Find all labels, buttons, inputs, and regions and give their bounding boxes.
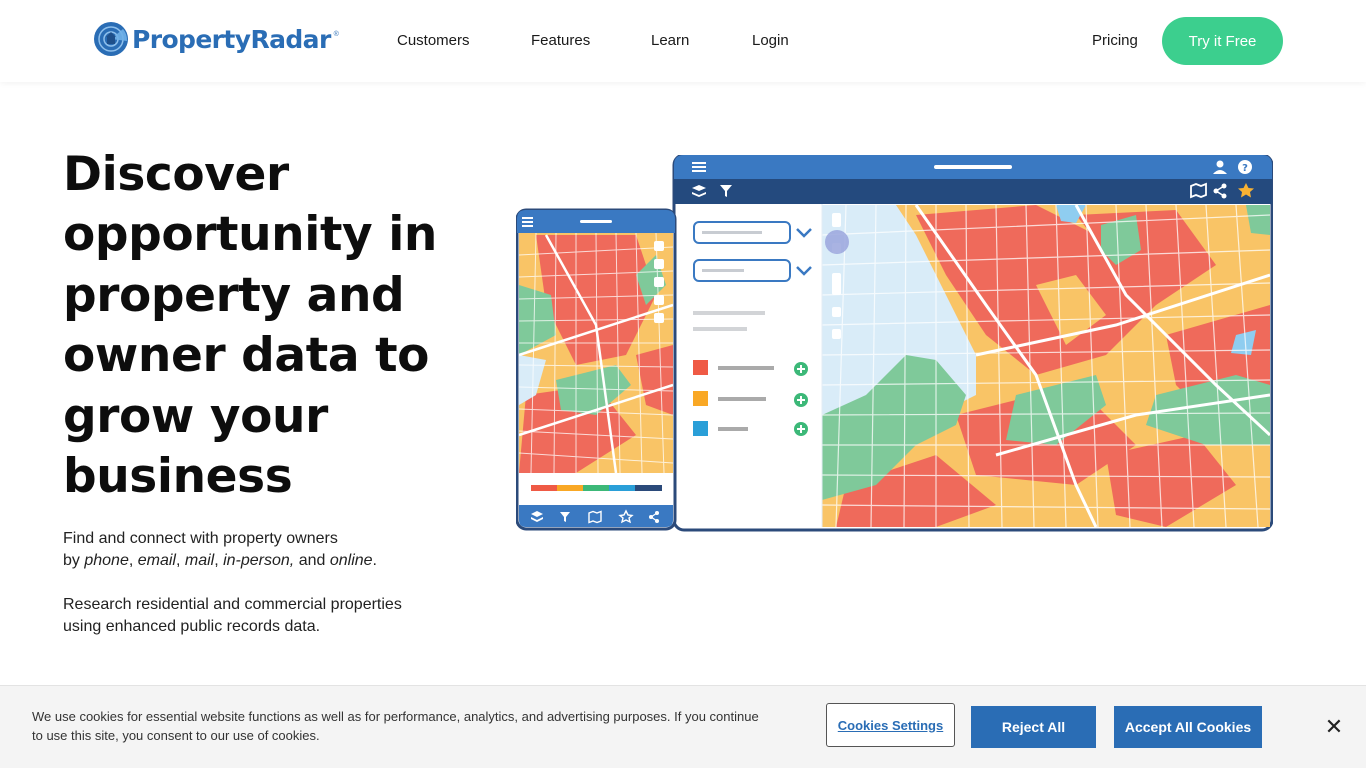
period: .: [372, 552, 377, 569]
accept-all-cookies-button[interactable]: Accept All Cookies: [1114, 706, 1262, 748]
channel-online: online: [329, 552, 373, 569]
and-word: and: [294, 552, 330, 569]
channel-in-person: in-person,: [223, 552, 295, 569]
channel-phone: phone: [84, 552, 129, 569]
hero-line1: Find and connect with property owners: [63, 530, 338, 547]
top-navigation: PropertyRadar ® Customers Features Learn…: [0, 0, 1366, 82]
nav-link-features[interactable]: Features: [531, 32, 590, 49]
cookies-settings-button[interactable]: Cookies Settings: [826, 703, 955, 747]
registered-mark: ®: [333, 31, 339, 38]
help-icon: ?: [1238, 160, 1252, 174]
hero-subtitle-research: Research residential and commercial prop…: [63, 594, 402, 638]
app-illustration: ?: [516, 155, 1273, 532]
hero-line2-prefix: by: [63, 552, 85, 569]
reject-all-button[interactable]: Reject All: [971, 706, 1096, 748]
svg-text:?: ?: [1242, 163, 1248, 174]
cookie-notice-text: We use cookies for essential website fun…: [32, 709, 759, 743]
close-icon[interactable]: ✕: [1321, 714, 1347, 740]
hero-subtitle-contact: Find and connect with property owners by…: [63, 530, 377, 569]
cookie-consent-banner: We use cookies for essential website fun…: [0, 685, 1366, 768]
nav-link-customers[interactable]: Customers: [397, 32, 470, 49]
nav-link-login[interactable]: Login: [752, 32, 789, 49]
propertyradar-logo[interactable]: PropertyRadar ®: [93, 21, 339, 57]
try-it-free-button[interactable]: Try it Free: [1162, 17, 1283, 65]
research-line2: using enhanced public records data.: [63, 618, 321, 635]
menu-icon: [692, 162, 706, 172]
hero-title: Discover opportunity in property and own…: [63, 147, 437, 505]
research-line1: Research residential and commercial prop…: [63, 596, 402, 613]
tablet-mockup: ?: [672, 155, 1273, 532]
channel-mail: mail: [184, 552, 215, 569]
nav-link-learn[interactable]: Learn: [651, 32, 689, 49]
nav-link-pricing[interactable]: Pricing: [1092, 32, 1138, 49]
phone-mockup: [516, 208, 677, 531]
radar-logo-icon: [94, 22, 128, 56]
logo-wordmark: PropertyRadar: [132, 24, 331, 54]
channel-email: email: [137, 552, 176, 569]
